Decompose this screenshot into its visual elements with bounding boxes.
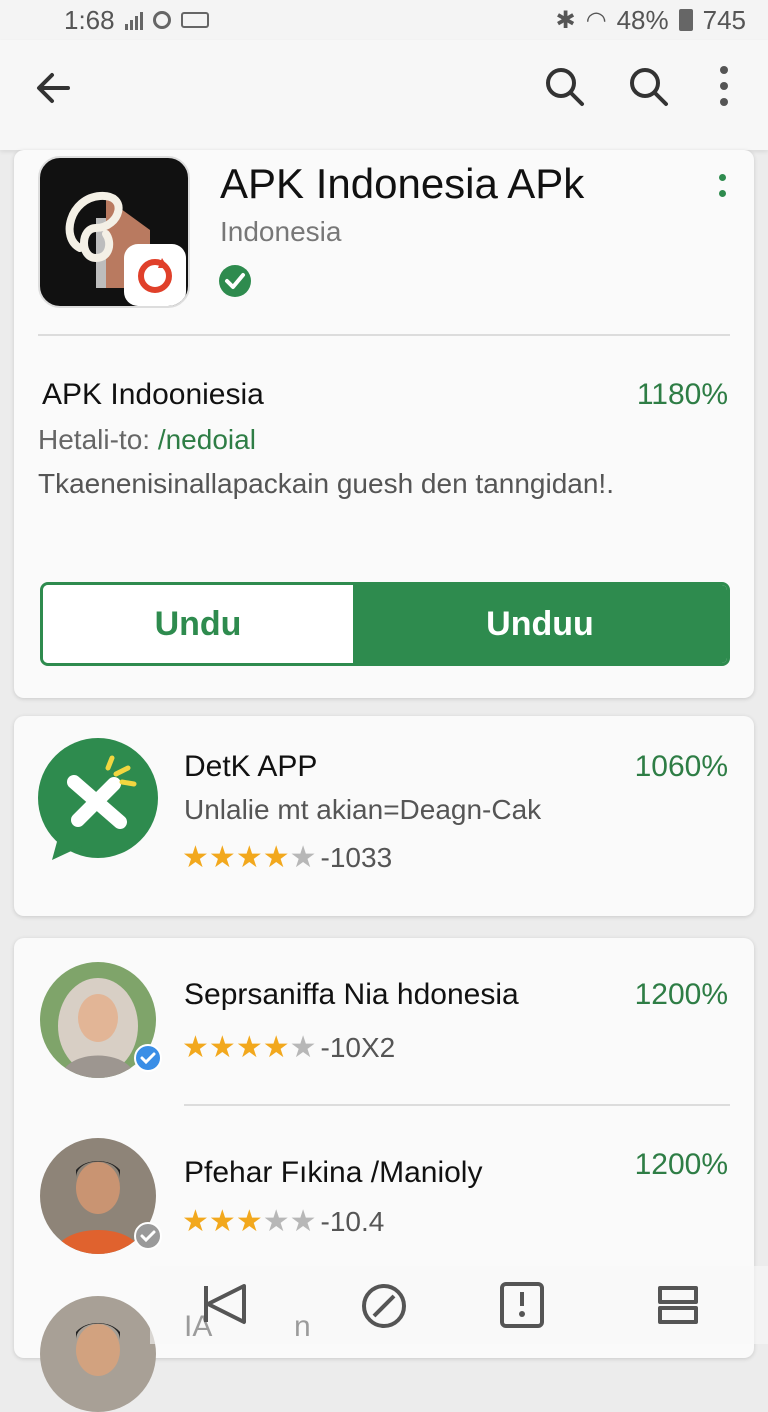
download-button[interactable]: Unduu xyxy=(353,585,727,663)
person-name: Seprsaniffa Nia hdonesia xyxy=(184,978,519,1011)
list-app-subtitle: Unlalie mt akian=Deagn-Cak xyxy=(184,794,542,825)
app-developer[interactable]: Indonesia xyxy=(220,216,341,248)
app-name: APK Indooniesia xyxy=(42,378,264,411)
battery-level: 48% xyxy=(616,4,669,35)
star-empty-icon: ★ xyxy=(289,1205,317,1238)
rating: ★★★★★ -10.4 xyxy=(182,1206,384,1238)
rating-stars: ★★★★★ xyxy=(182,842,317,874)
star-filled-icon: ★ xyxy=(235,841,263,874)
wifi-icon: ◠ xyxy=(585,6,607,34)
status-left: 1:68 xyxy=(64,5,209,36)
notification-icon xyxy=(180,12,209,28)
status-bar: 1:68 ✱ ◠ 48% 745 xyxy=(0,0,768,40)
verified-icon xyxy=(219,265,251,297)
status-right: ✱ ◠ 48% 745 xyxy=(556,5,747,36)
star-filled-icon: ★ xyxy=(262,841,290,874)
rating-count: -1033 xyxy=(320,842,393,873)
battery-icon xyxy=(678,9,693,31)
app-title: APK Indonesia APk xyxy=(220,160,585,207)
star-filled-icon: ★ xyxy=(262,1031,290,1064)
star-filled-icon: ★ xyxy=(182,841,209,874)
related-line: Hetali-to: /nedoial xyxy=(38,424,256,456)
person-percent: 1200% xyxy=(634,1148,728,1181)
signal-icon xyxy=(124,10,143,30)
divider xyxy=(184,1104,730,1106)
related-link[interactable]: /nedoial xyxy=(158,424,256,455)
app-detail-card: APK Indonesia APk Indonesia APK Indoonie… xyxy=(14,150,754,698)
back-triangle-icon[interactable] xyxy=(200,1282,248,1326)
verified-badge-icon xyxy=(134,1044,162,1072)
app-percent: 1180% xyxy=(636,378,728,411)
more-vert-icon[interactable] xyxy=(718,64,730,108)
app-list-card[interactable]: DetK APP 1060% Unlalie mt akian=Deagn-Ca… xyxy=(14,716,754,916)
app-menu-icon[interactable] xyxy=(719,174,726,206)
list-app-percent: 1060% xyxy=(634,750,728,783)
related-prefix: Hetali-to: xyxy=(38,424,151,455)
app-bar xyxy=(0,40,768,150)
circle-icon xyxy=(152,11,171,29)
bluetooth-icon: ✱ xyxy=(555,6,576,34)
status-extra: 745 xyxy=(702,4,746,35)
list-item[interactable]: Seprsaniffa Nia hdonesia 1200% ★★★★★ -10… xyxy=(14,938,754,1108)
download-outline-button[interactable]: Undu xyxy=(43,585,353,663)
person-name: Pfehar Fıkina /Manioly xyxy=(184,1156,483,1189)
rating-count: -10X2 xyxy=(320,1032,396,1063)
status-time: 1:68 xyxy=(64,4,115,35)
app-logo xyxy=(38,156,190,308)
rating: ★★★★★ -1033 xyxy=(182,842,392,874)
search-icon[interactable] xyxy=(544,66,586,108)
star-filled-icon: ★ xyxy=(208,1205,236,1238)
verified-badge-icon xyxy=(134,1222,162,1250)
star-filled-icon: ★ xyxy=(182,1205,209,1238)
search-icon[interactable] xyxy=(628,66,670,108)
recent-apps-icon[interactable] xyxy=(654,1282,702,1328)
rating-stars: ★★★★★ xyxy=(182,1032,317,1064)
chat-bubble-icon xyxy=(40,740,156,860)
rating: ★★★★★ -10X2 xyxy=(182,1032,395,1064)
info-box-icon[interactable] xyxy=(498,1280,546,1330)
download-button-group: Undu Unduu xyxy=(40,582,730,666)
rating-count: -10.4 xyxy=(320,1206,385,1237)
star-empty-icon: ★ xyxy=(262,1205,290,1238)
divider xyxy=(38,334,730,336)
star-filled-icon: ★ xyxy=(235,1031,263,1064)
star-empty-icon: ★ xyxy=(289,1031,317,1064)
app-icon xyxy=(38,738,158,860)
no-entry-icon[interactable] xyxy=(360,1282,408,1330)
star-filled-icon: ★ xyxy=(235,1205,263,1238)
bottom-nav xyxy=(150,1266,768,1344)
star-filled-icon: ★ xyxy=(208,1031,236,1064)
app-description: Tkaenenisinallapackain guesh den tanngid… xyxy=(38,468,614,499)
app-badge-icon xyxy=(124,244,186,306)
back-arrow-icon[interactable] xyxy=(34,68,74,108)
list-item[interactable]: Pfehar Fıkina /Manioly 1200% ★★★★★ -10.4 xyxy=(14,1118,754,1278)
star-filled-icon: ★ xyxy=(182,1031,209,1064)
rating-stars: ★★★★★ xyxy=(182,1206,317,1238)
person-percent: 1200% xyxy=(634,978,728,1011)
star-filled-icon: ★ xyxy=(208,841,236,874)
star-empty-icon: ★ xyxy=(289,841,317,874)
avatar xyxy=(40,1296,156,1412)
list-app-name: DetK APP xyxy=(184,750,318,783)
